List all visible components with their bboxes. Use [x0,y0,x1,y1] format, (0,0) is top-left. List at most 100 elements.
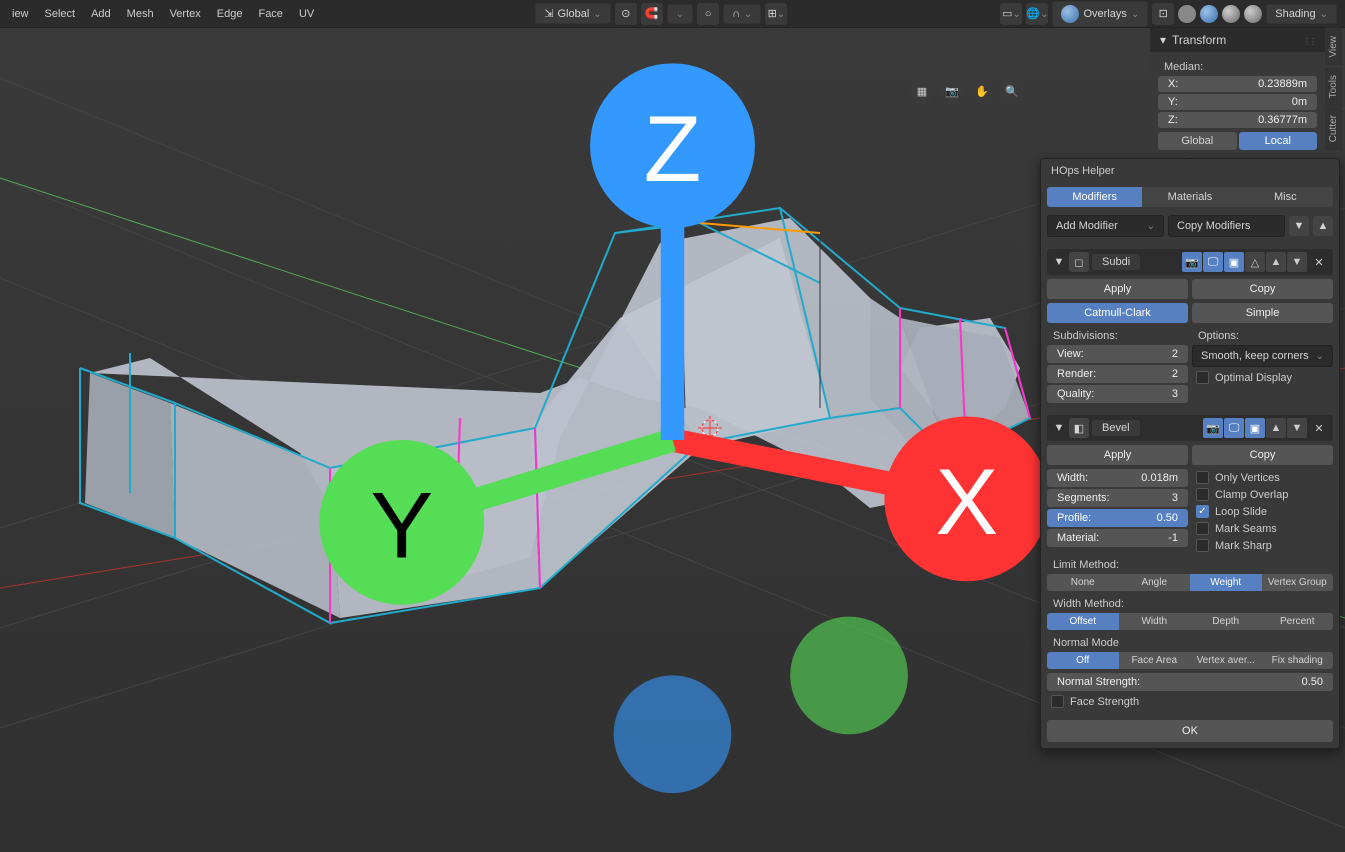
mark-sharp-check[interactable]: Mark Sharp [1192,537,1333,554]
proportional-dropdown[interactable]: ∩ [723,4,761,24]
svg-text:X: X [935,449,998,554]
menu-vertex[interactable]: Vertex [162,4,209,24]
bevel-segments[interactable]: Segments:3 [1047,489,1188,507]
move-up-icon[interactable]: ▲ [1266,252,1286,272]
limit-none[interactable]: None [1047,574,1119,591]
bevel-profile[interactable]: Profile:0.50 [1047,509,1188,527]
expand-icon[interactable]: ▼ [1052,422,1066,434]
normal-off[interactable]: Off [1047,652,1119,669]
ok-button[interactable]: OK [1047,720,1333,742]
move-up-icon[interactable]: ▲ [1266,418,1286,438]
width-depth[interactable]: Depth [1190,613,1262,630]
show-render-icon[interactable]: 📷 [1182,252,1202,272]
options-dropdown[interactable]: ⊞ [765,3,787,25]
hops-title: HOps Helper [1041,159,1339,183]
menu-edge[interactable]: Edge [209,4,251,24]
tab-cutter[interactable]: Cutter [1325,107,1342,150]
subdiv-render[interactable]: Render:2 [1047,365,1188,383]
tab-view[interactable]: View [1325,28,1342,66]
drag-dots-icon[interactable] [1303,33,1315,47]
expand-icon[interactable]: ▼ [1052,256,1066,268]
chevron-down-icon [593,8,601,20]
show-viewport-icon[interactable]: 🖵 [1203,252,1223,272]
space-local[interactable]: Local [1239,132,1318,150]
subdiv-quality[interactable]: Quality:3 [1047,385,1188,403]
add-modifier-dropdown[interactable]: Add Modifier [1047,215,1164,237]
collapse-all-icon[interactable]: ▼ [1289,216,1309,236]
copy-modifiers-dropdown[interactable]: Copy Modifiers [1168,215,1285,237]
normal-vertex-avg[interactable]: Vertex aver... [1190,652,1262,669]
show-viewport-icon[interactable]: 🖵 [1224,418,1244,438]
shading-rendered-icon[interactable] [1244,5,1262,23]
bevel-name[interactable]: Bevel [1092,420,1140,436]
menu-face[interactable]: Face [250,4,290,24]
copy-button[interactable]: Copy [1192,445,1333,465]
pivot-dropdown[interactable]: ⊙ [615,3,637,25]
simple-button[interactable]: Simple [1192,303,1333,323]
show-editmode-icon[interactable]: ▣ [1245,418,1265,438]
mark-seams-check[interactable]: Mark Seams [1192,520,1333,537]
menu-group: iew Select Add Mesh Vertex Edge Face UV [4,4,322,24]
apply-button[interactable]: Apply [1047,279,1188,299]
overlay-icon [1061,5,1079,23]
width-percent[interactable]: Percent [1262,613,1334,630]
tab-materials[interactable]: Materials [1142,187,1237,207]
menu-mesh[interactable]: Mesh [119,4,162,24]
proportional-toggle[interactable]: ○ [697,3,719,25]
loop-slide-check[interactable]: Loop Slide [1192,503,1333,520]
clamp-overlap-check[interactable]: Clamp Overlap [1192,486,1333,503]
orientation-dropdown[interactable]: ⇲ Global [535,3,610,24]
bevel-material[interactable]: Material:-1 [1047,529,1188,547]
show-cage-icon[interactable]: △ [1245,252,1265,272]
tab-misc[interactable]: Misc [1238,187,1333,207]
menu-select[interactable]: Select [37,4,84,24]
snap-dropdown[interactable] [667,4,693,24]
subdiv-view[interactable]: View:2 [1047,345,1188,363]
shading-solid-icon[interactable] [1200,5,1218,23]
menu-view[interactable]: iew [4,4,37,24]
expand-all-icon[interactable]: ▲ [1313,216,1333,236]
menu-uv[interactable]: UV [291,4,322,24]
limit-vertex-group[interactable]: Vertex Group [1262,574,1334,591]
snap-toggle[interactable]: 🧲 [641,3,663,25]
move-down-icon[interactable]: ▼ [1287,252,1307,272]
uv-smooth-dropdown[interactable]: Smooth, keep corners [1192,345,1333,367]
shading-material-icon[interactable] [1222,5,1240,23]
limit-angle[interactable]: Angle [1119,574,1191,591]
tab-tools[interactable]: Tools [1325,67,1342,106]
space-global[interactable]: Global [1158,132,1237,150]
shading-dropdown[interactable]: Shading [1266,4,1337,24]
show-editmode-icon[interactable]: ▣ [1224,252,1244,272]
subdiv-name[interactable]: Subdi [1092,254,1140,270]
only-vertices-check[interactable]: Only Vertices [1192,469,1333,486]
median-x[interactable]: X:0.23889m [1158,76,1317,92]
median-z[interactable]: Z:0.36777m [1158,112,1317,128]
copy-button[interactable]: Copy [1192,279,1333,299]
apply-button[interactable]: Apply [1047,445,1188,465]
menu-add[interactable]: Add [83,4,119,24]
shading-wireframe-icon[interactable] [1178,5,1196,23]
face-strength-check[interactable]: Face Strength [1047,693,1333,710]
delete-modifier-icon[interactable]: ✕ [1310,419,1328,437]
xray-toggle[interactable]: ⊡ [1152,3,1174,25]
show-render-icon[interactable]: 📷 [1203,418,1223,438]
optimal-display-check[interactable]: Optimal Display [1192,369,1333,386]
visibility-dropdown[interactable]: ▭ [1000,3,1022,25]
move-down-icon[interactable]: ▼ [1287,418,1307,438]
median-y[interactable]: Y:0m [1158,94,1317,110]
header-right: ▭ 🌐 Overlays ⊡ Shading [1000,1,1341,27]
catmull-clark-button[interactable]: Catmull-Clark [1047,303,1188,323]
normal-strength[interactable]: Normal Strength:0.50 [1047,673,1333,691]
svg-text:Y: Y [370,473,433,578]
limit-weight[interactable]: Weight [1190,574,1262,591]
normal-fix-shading[interactable]: Fix shading [1262,652,1334,669]
width-width[interactable]: Width [1119,613,1191,630]
normal-face-area[interactable]: Face Area [1119,652,1191,669]
bevel-width[interactable]: Width:0.018m [1047,469,1188,487]
tab-modifiers[interactable]: Modifiers [1047,187,1142,207]
overlays-dropdown[interactable]: Overlays [1052,1,1148,27]
transform-header[interactable]: ▾ Transform [1150,28,1325,52]
width-offset[interactable]: Offset [1047,613,1119,630]
delete-modifier-icon[interactable]: ✕ [1310,253,1328,271]
gizmo-dropdown[interactable]: 🌐 [1026,3,1048,25]
